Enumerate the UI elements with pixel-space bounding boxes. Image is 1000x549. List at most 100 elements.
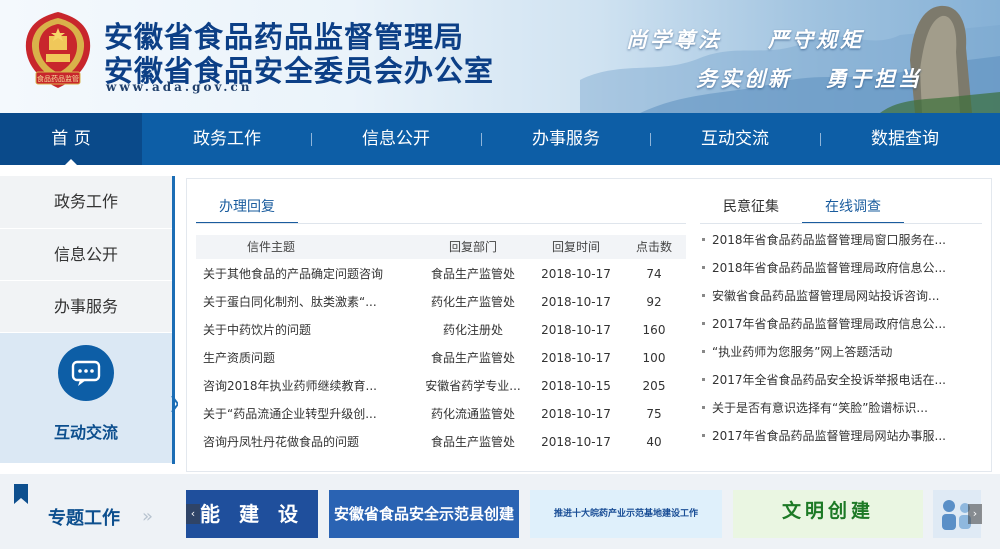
list-item[interactable]: 2017年省食品药品监督管理局政府信息公... (700, 310, 980, 338)
column-header-subject: 信件主题 (246, 240, 295, 254)
table-row[interactable]: 关于其他食品的产品确定问题咨询 食品生产监管处 2018-10-17 74 (196, 260, 686, 288)
table-row[interactable]: 关于“药品流通企业转型升级创... 药化流通监管处 2018-10-17 75 (196, 400, 686, 428)
survey-link[interactable]: 2018年省食品药品监督管理局窗口服务在... (712, 233, 946, 247)
row-department: 食品生产监管处 (430, 435, 515, 449)
topic-banner-anhui-medicine-base[interactable]: 推进十大皖药产业示范基地建设工作 (530, 490, 722, 538)
left-sidebar: 政务工作 信息公开 办事服务 互动交流 (0, 176, 176, 464)
row-department: 药化流通监管处 (430, 407, 515, 421)
row-clicks: 160 (642, 323, 666, 337)
bookmark-icon (14, 484, 28, 504)
row-department: 药化注册处 (442, 323, 503, 337)
row-date: 2018-10-17 (541, 435, 611, 449)
banner-text: 推进十大皖药产业示范基地建设工作 (553, 509, 698, 519)
nav-item-information-disclosure[interactable]: 信息公开 (325, 113, 467, 165)
row-clicks: 92 (646, 295, 662, 309)
row-clicks: 100 (642, 351, 666, 365)
row-subject-link[interactable]: 关于中药饮片的问题 (203, 316, 413, 344)
bullet-icon (702, 349, 705, 353)
list-item[interactable]: 2018年省食品药品监督管理局政府信息公... (700, 254, 980, 282)
row-subject-link[interactable]: 关于其他食品的产品确定问题咨询 (203, 260, 413, 288)
row-subject-link[interactable]: 生产资质问题 (203, 344, 413, 372)
survey-link[interactable]: 2017年省食品药品监督管理局网站办事服... (712, 429, 946, 443)
list-item[interactable]: 2017年全省食品药品安全投诉举报电话在... (700, 366, 980, 394)
row-subject-link[interactable]: 咨询丹凤牡丹花做食品的问题 (203, 428, 413, 456)
bullet-icon (702, 405, 705, 409)
carousel-prev-button[interactable]: ‹ (186, 504, 200, 524)
slogan-4: 勇于担当 (826, 66, 922, 91)
mountain-landscape-image (580, 5, 1000, 113)
tab-online-survey[interactable]: 在线调查 (802, 192, 904, 224)
sidebar-pointer-icon (171, 396, 178, 412)
bullet-icon (702, 293, 705, 297)
tab-replies[interactable]: 办理回复 (196, 192, 298, 224)
tab-underline-divider (196, 223, 686, 224)
nav-item-interaction[interactable]: 互动交流 (664, 113, 806, 165)
sidebar-item-government-affairs[interactable]: 政务工作 (0, 176, 172, 228)
row-subject-link[interactable]: 关于蛋白同化制剂、肽类激素“... (203, 288, 413, 316)
row-department: 药化生产监管处 (430, 295, 515, 309)
slogan-1: 尚学尊法 (626, 27, 722, 52)
survey-link[interactable]: “执业药师为您服务”网上答题活动 (712, 345, 892, 359)
column-header-department: 回复部门 (448, 240, 497, 254)
nav-item-government-affairs[interactable]: 政务工作 (156, 113, 298, 165)
survey-link[interactable]: 2017年全省食品药品安全投诉举报电话在... (712, 373, 946, 387)
row-clicks: 74 (646, 267, 662, 281)
column-header-date: 回复时间 (551, 240, 600, 254)
sidebar-item-information-disclosure[interactable]: 信息公开 (0, 228, 172, 280)
sidebar-item-services[interactable]: 办事服务 (0, 280, 172, 332)
table-row[interactable]: 生产资质问题 食品生产监管处 2018-10-17 100 (196, 344, 686, 372)
nav-item-home[interactable]: 首 页 (0, 113, 142, 166)
row-subject-link[interactable]: 关于“药品流通企业转型升级创... (203, 400, 413, 428)
bullet-icon (702, 377, 705, 381)
nav-divider (311, 133, 312, 146)
list-item[interactable]: 2018年省食品药品监督管理局窗口服务在... (700, 226, 980, 254)
national-emblem-logo: 食品药品监管 (25, 12, 91, 88)
nav-item-services[interactable]: 办事服务 (495, 113, 637, 165)
survey-link[interactable]: 2017年省食品药品监督管理局政府信息公... (712, 317, 946, 331)
topic-banner-food-safety-county[interactable]: 安徽省食品安全示范县创建 (329, 490, 519, 538)
bullet-icon (702, 321, 705, 325)
row-date: 2018-10-17 (541, 267, 611, 281)
banner-text: 能 建 设 (200, 502, 304, 526)
topics-section-label[interactable]: 专题工作 » (8, 478, 176, 549)
topic-banner-civilization[interactable]: 文明创建 (733, 490, 923, 538)
banner-text: 安徽省食品安全示范县创建 (333, 505, 514, 523)
double-chevron-icon: » (142, 506, 154, 527)
list-item[interactable]: 2017年省食品药品监督管理局网站办事服... (700, 422, 980, 450)
survey-link[interactable]: 安徽省食品药品监督管理局网站投诉咨询... (712, 289, 939, 303)
row-department: 食品生产监管处 (430, 267, 515, 281)
row-clicks: 75 (646, 407, 662, 421)
tab-public-opinion[interactable]: 民意征集 (708, 192, 794, 224)
table-row[interactable]: 咨询2018年执业药师继续教育... 安徽省药学专业... 2018-10-15… (196, 372, 686, 400)
list-item[interactable]: 关于是否有意识选择有“笑脸”脸谱标识... (700, 394, 980, 422)
table-row[interactable]: 咨询丹凤牡丹花做食品的问题 食品生产监管处 2018-10-17 40 (196, 428, 686, 456)
list-item[interactable]: “执业药师为您服务”网上答题活动 (700, 338, 980, 366)
row-date: 2018-10-17 (541, 323, 611, 337)
site-url: www.ada.gov.cn (106, 80, 253, 94)
row-department: 安徽省药学专业... (425, 379, 521, 393)
reply-table-header: 信件主题 回复部门 回复时间 点击数 (196, 235, 686, 259)
sidebar-item-interaction[interactable]: 互动交流 (0, 333, 172, 463)
row-clicks: 40 (646, 435, 662, 449)
chat-bubble-icon (58, 345, 114, 401)
nav-item-data-query[interactable]: 数据查询 (834, 113, 976, 165)
row-date: 2018-10-15 (541, 379, 611, 393)
banner-text: 文明创建 (781, 500, 874, 522)
survey-link[interactable]: 关于是否有意识选择有“笑脸”脸谱标识... (712, 401, 928, 415)
carousel-next-button[interactable]: › (968, 504, 982, 524)
site-header: 食品药品监管 安徽省食品药品监督管理局 安徽省食品安全委员会办公室 www.ad… (0, 0, 1000, 113)
row-subject-link[interactable]: 咨询2018年执业药师继续教育... (203, 372, 413, 400)
slogan-3: 务实创新 (696, 66, 792, 91)
topic-banner-capacity-building[interactable]: 能 建 设 (186, 490, 318, 538)
topics-label: 专题工作 (48, 508, 120, 529)
list-item[interactable]: 安徽省食品药品监督管理局网站投诉咨询... (700, 282, 980, 310)
sidebar-active-label: 互动交流 (53, 423, 118, 442)
survey-link[interactable]: 2018年省食品药品监督管理局政府信息公... (712, 261, 946, 275)
table-row[interactable]: 关于中药饮片的问题 药化注册处 2018-10-17 160 (196, 316, 686, 344)
table-row[interactable]: 关于蛋白同化制剂、肽类激素“... 药化生产监管处 2018-10-17 92 (196, 288, 686, 316)
nav-divider (820, 133, 821, 146)
nav-item-label: 首 页 (51, 129, 91, 149)
row-clicks: 205 (642, 379, 666, 393)
nav-divider (481, 133, 482, 146)
svg-text:食品药品监管: 食品药品监管 (37, 74, 79, 83)
